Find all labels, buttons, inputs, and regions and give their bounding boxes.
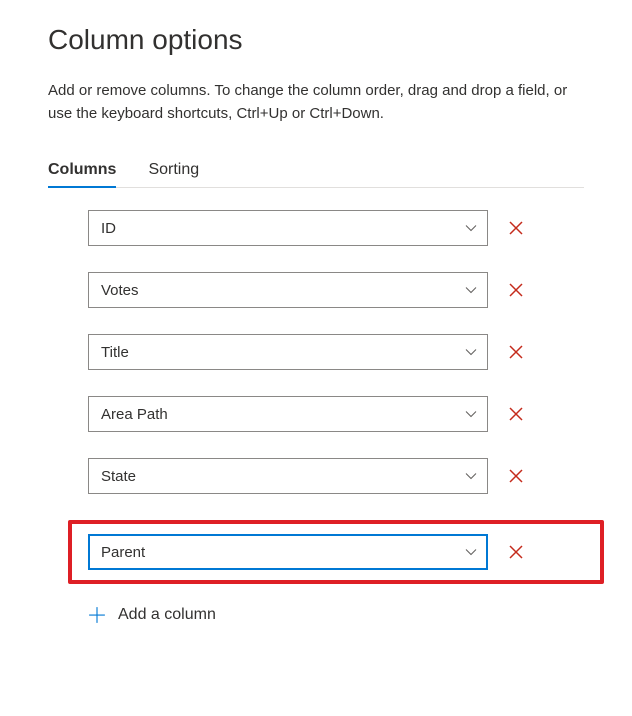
close-icon — [508, 344, 524, 360]
close-icon — [508, 406, 524, 422]
column-combobox-state[interactable]: State — [88, 458, 488, 494]
remove-column-button[interactable] — [506, 342, 526, 362]
column-list: ID Votes Title Area Path — [48, 210, 584, 624]
remove-column-button[interactable] — [506, 280, 526, 300]
remove-column-button[interactable] — [506, 218, 526, 238]
tabs: Columns Sorting — [48, 153, 584, 188]
combobox-value: State — [101, 468, 136, 485]
column-combobox-parent[interactable]: Parent — [88, 534, 488, 570]
column-row: Title — [88, 334, 584, 370]
column-combobox-title[interactable]: Title — [88, 334, 488, 370]
column-combobox-area-path[interactable]: Area Path — [88, 396, 488, 432]
plus-icon — [88, 606, 106, 624]
column-row: Votes — [88, 272, 584, 308]
chevron-down-icon — [465, 470, 477, 482]
combobox-value: Parent — [101, 544, 145, 561]
add-column-button[interactable]: Add a column — [88, 606, 584, 624]
combobox-value: Votes — [101, 282, 139, 299]
page-description: Add or remove columns. To change the col… — [48, 80, 584, 125]
combobox-value: Area Path — [101, 406, 168, 423]
remove-column-button[interactable] — [506, 466, 526, 486]
column-combobox-votes[interactable]: Votes — [88, 272, 488, 308]
tab-label: Sorting — [148, 161, 199, 178]
remove-column-button[interactable] — [506, 404, 526, 424]
highlight-annotation: Parent — [68, 520, 604, 584]
column-row: State — [88, 458, 584, 494]
chevron-down-icon — [465, 346, 477, 358]
tab-label: Columns — [48, 161, 116, 178]
close-icon — [508, 282, 524, 298]
page-title: Column options — [48, 24, 584, 56]
combobox-value: Title — [101, 344, 129, 361]
tab-sorting[interactable]: Sorting — [148, 153, 199, 187]
remove-column-button[interactable] — [506, 542, 526, 562]
tab-columns[interactable]: Columns — [48, 153, 116, 187]
combobox-value: ID — [101, 220, 116, 237]
close-icon — [508, 468, 524, 484]
chevron-down-icon — [465, 284, 477, 296]
chevron-down-icon — [465, 408, 477, 420]
column-row: Area Path — [88, 396, 584, 432]
close-icon — [508, 544, 524, 560]
chevron-down-icon — [465, 546, 477, 558]
column-row: Parent — [88, 534, 584, 570]
column-row: ID — [88, 210, 584, 246]
add-column-label: Add a column — [118, 606, 216, 624]
column-combobox-id[interactable]: ID — [88, 210, 488, 246]
chevron-down-icon — [465, 222, 477, 234]
close-icon — [508, 220, 524, 236]
